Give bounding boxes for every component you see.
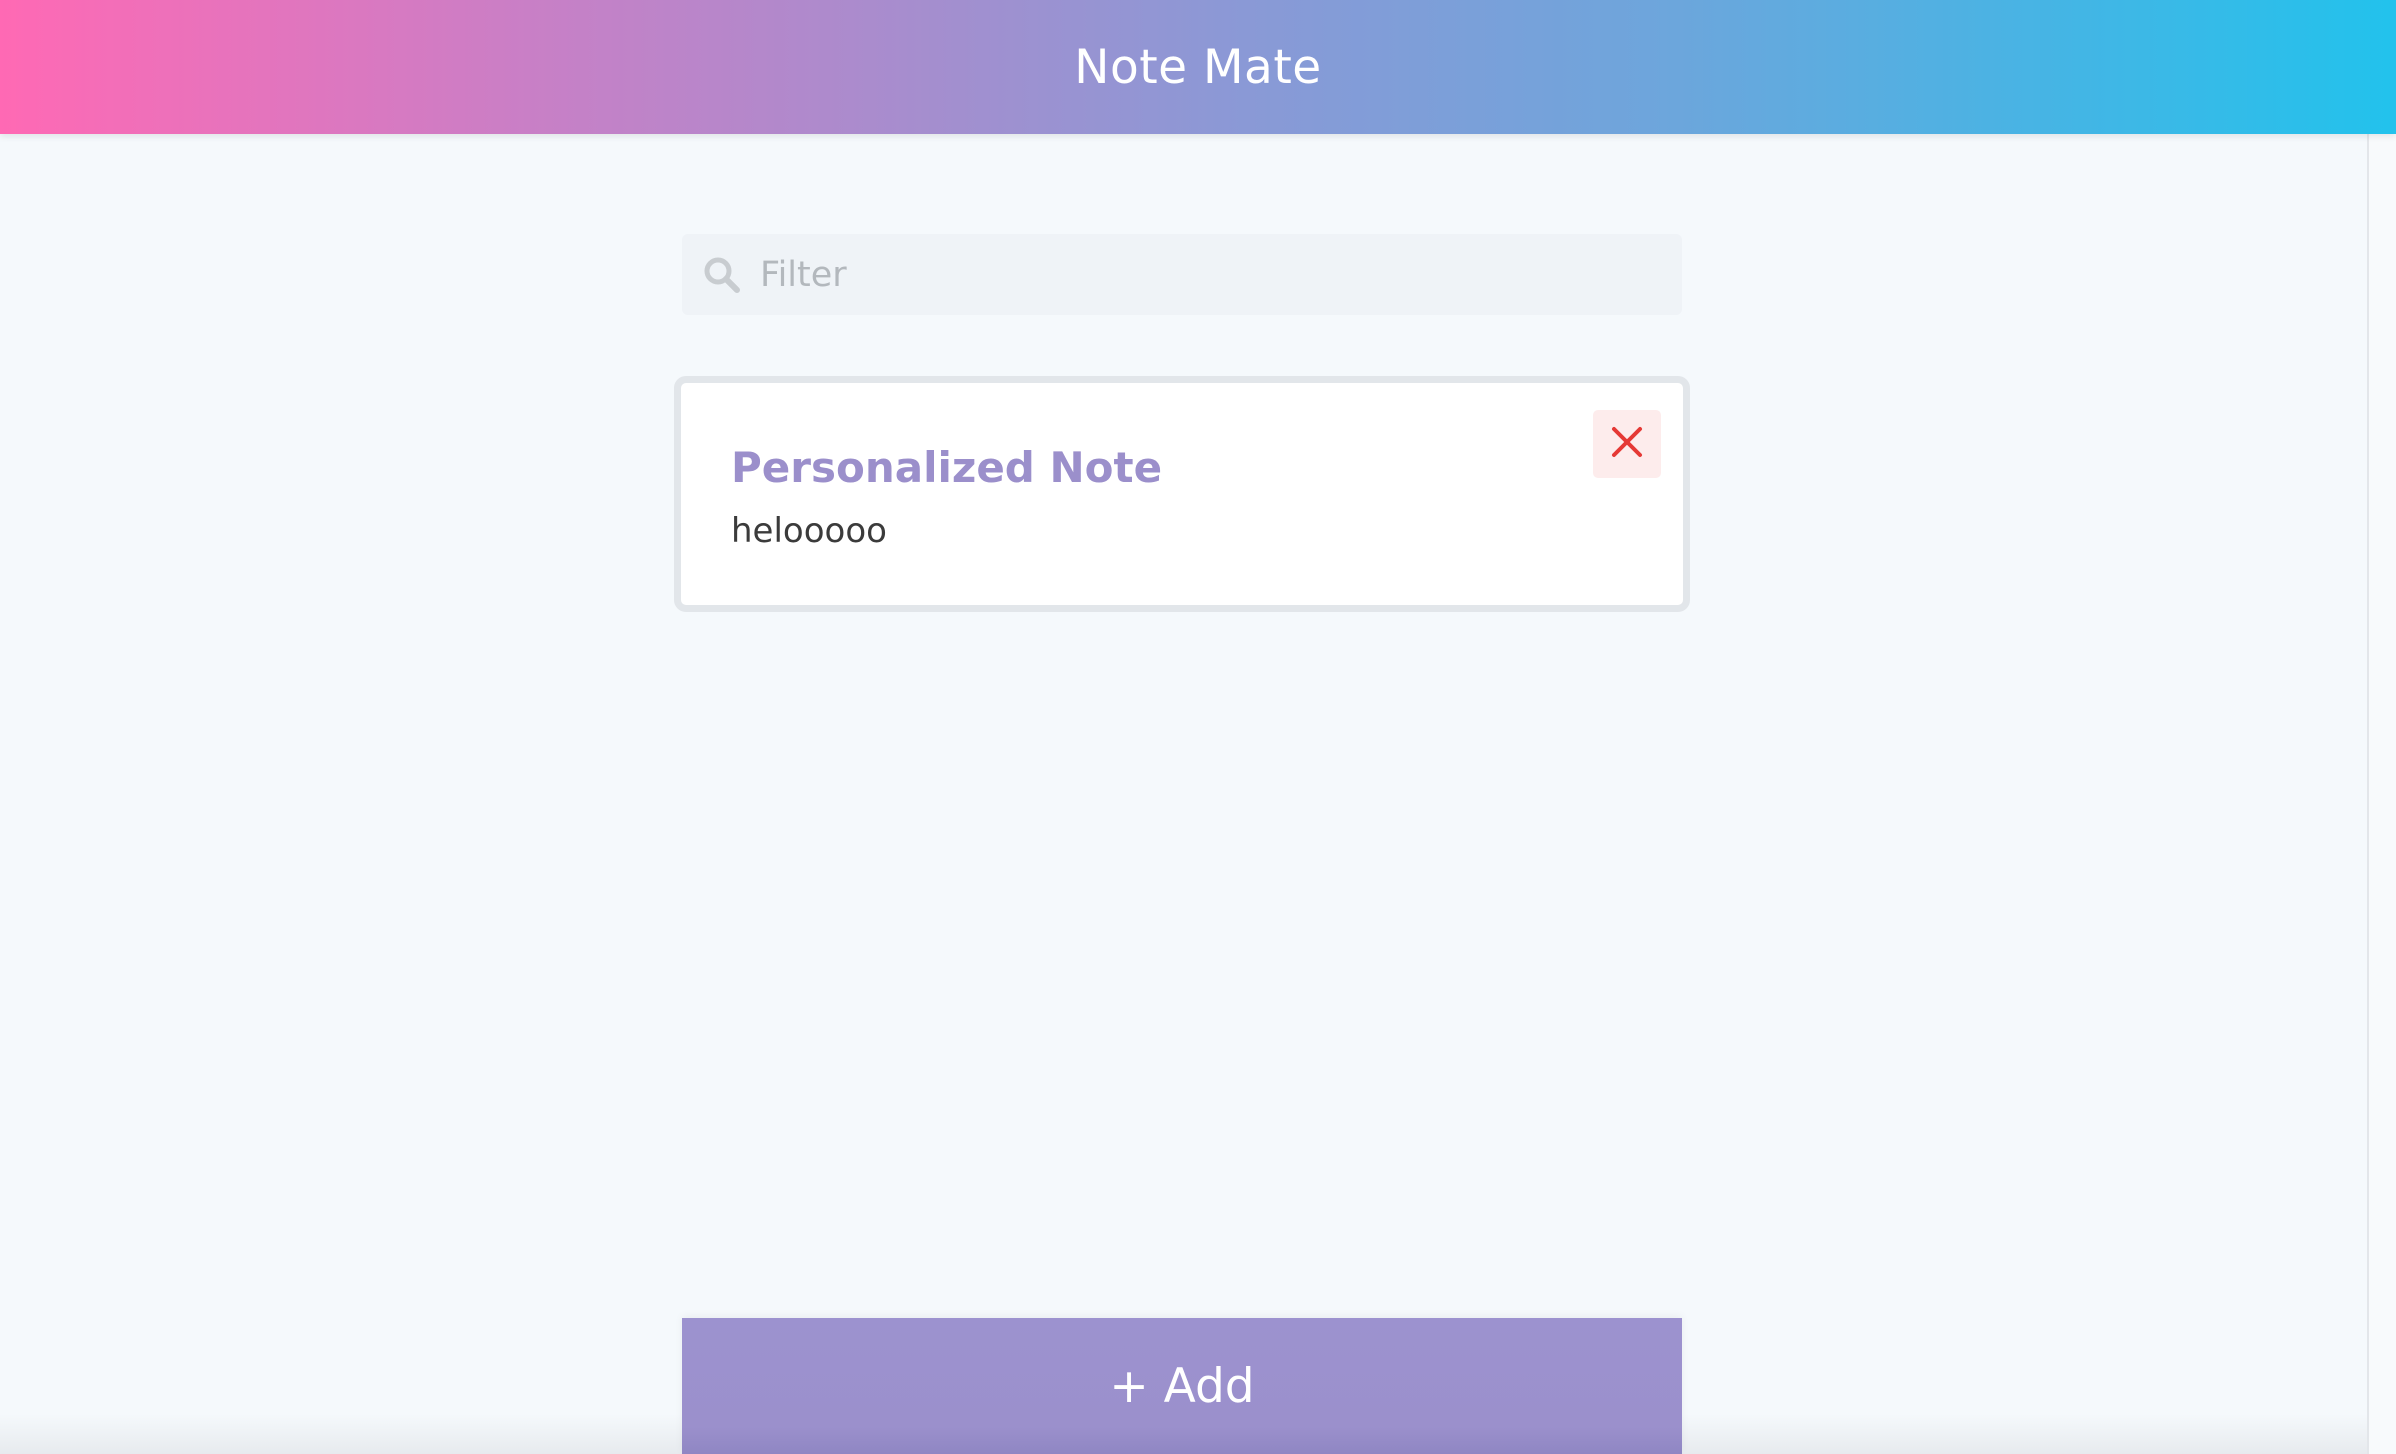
note-card[interactable]: Personalized Note helooooo	[674, 376, 1690, 612]
delete-note-button[interactable]	[1593, 410, 1661, 478]
search-icon	[702, 255, 742, 295]
scrollbar[interactable]	[2367, 134, 2396, 1454]
filter-bar	[682, 234, 1682, 315]
filter-input[interactable]	[760, 234, 1682, 315]
note-body: helooooo	[731, 511, 887, 551]
close-icon	[1610, 425, 1644, 463]
app-header: Note Mate	[0, 0, 2396, 134]
app-title: Note Mate	[1074, 39, 1322, 95]
add-note-button[interactable]: + Add	[682, 1318, 1682, 1454]
app-root: Note Mate Personalized Note helooooo + A…	[0, 0, 2396, 1454]
note-title: Personalized Note	[731, 443, 1163, 492]
